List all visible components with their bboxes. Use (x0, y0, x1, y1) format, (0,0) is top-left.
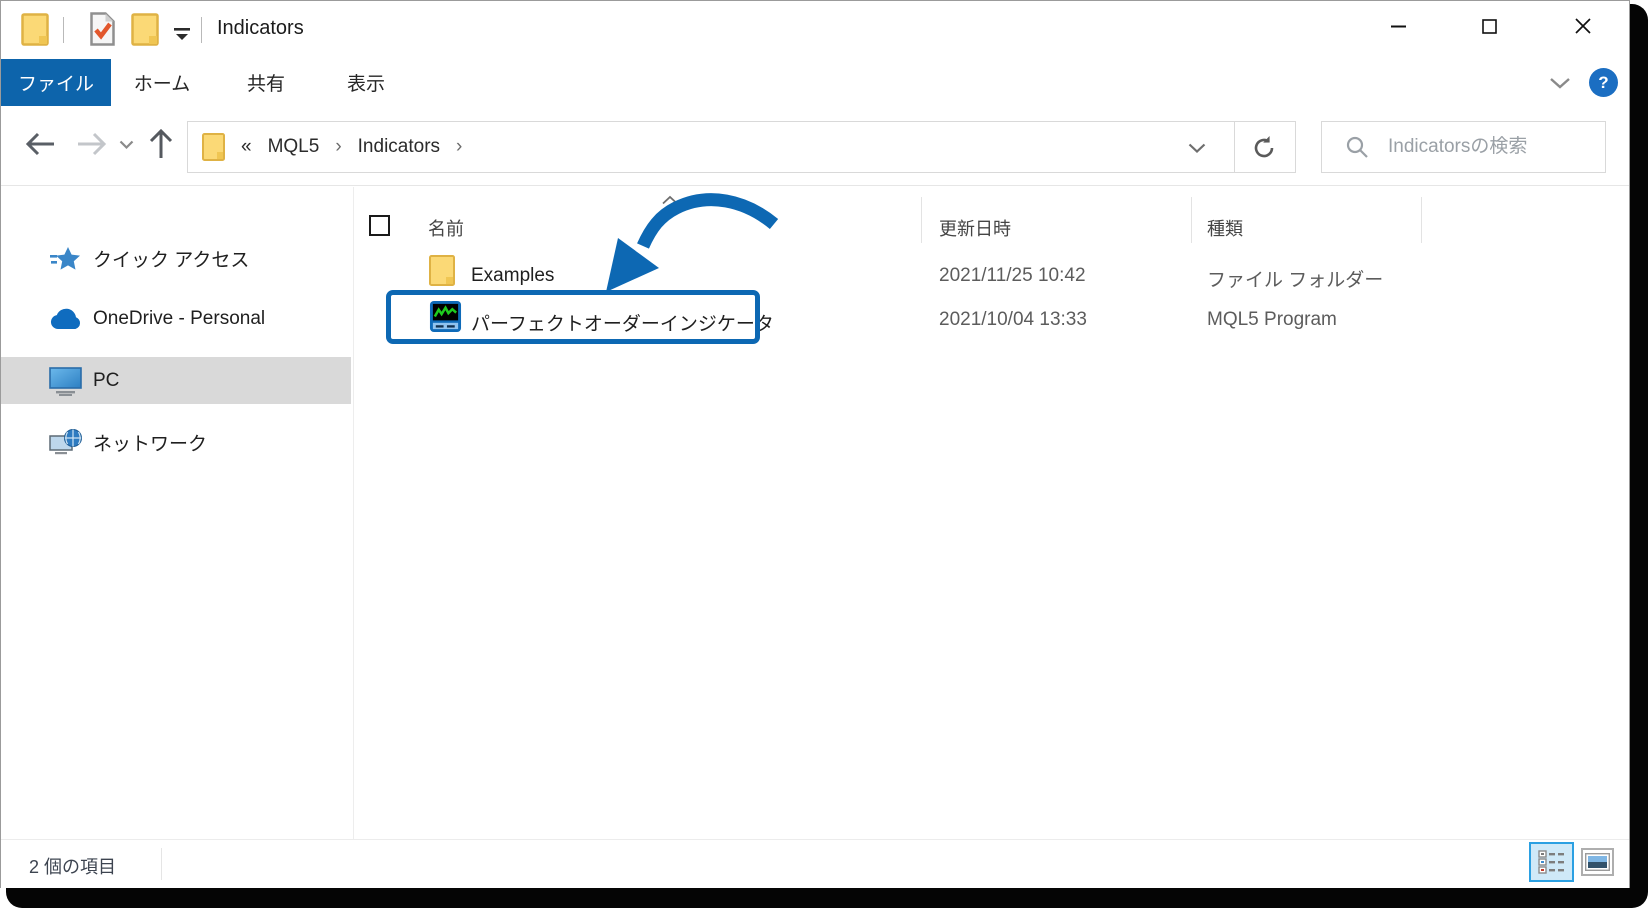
refresh-icon[interactable] (1251, 135, 1277, 161)
forward-button-icon[interactable] (77, 132, 107, 156)
sidebar-item-label: ネットワーク (93, 429, 207, 456)
window-title: Indicators (217, 17, 304, 40)
file-name[interactable]: Examples (471, 265, 554, 287)
sidebar-item-quick-access[interactable]: クイック アクセス (1, 235, 351, 282)
status-bar: 2 個の項目 (1, 839, 1629, 888)
sidebar-item-pc[interactable]: PC (1, 357, 351, 404)
sidebar-item-label: PC (93, 370, 119, 392)
sidebar-divider (353, 187, 354, 839)
file-type: MQL5 Program (1207, 309, 1337, 331)
titlebar-divider (201, 17, 202, 43)
statusbar-divider (161, 848, 162, 880)
explorer-window: Indicators ファイル ホーム 共有 表示 ? (0, 0, 1630, 888)
properties-qat-icon[interactable] (89, 11, 116, 47)
sidebar-item-label: クイック アクセス (93, 245, 249, 272)
tab-home-label: ホーム (134, 69, 190, 96)
items-count-label: 2 個の項目 (29, 853, 116, 879)
file-modified: 2021/10/04 13:33 (939, 309, 1087, 331)
column-header-name[interactable]: 名前 (428, 215, 464, 241)
quick-access-star-icon (49, 244, 83, 274)
address-bar[interactable]: « MQL5 › Indicators › (187, 121, 1296, 173)
help-icon[interactable]: ? (1589, 68, 1618, 97)
folder-icon (429, 255, 455, 286)
navbar-separator (1, 185, 1629, 186)
column-header-modified[interactable]: 更新日時 (939, 215, 1011, 241)
close-button[interactable] (1553, 1, 1613, 51)
onedrive-cloud-icon (49, 304, 83, 334)
ribbon-collapse-chevron-icon[interactable] (1549, 77, 1571, 90)
network-globe-icon (49, 428, 83, 458)
sidebar-item-network[interactable]: ネットワーク (1, 419, 351, 466)
back-button-icon[interactable] (25, 132, 55, 156)
breadcrumb-item-mql5[interactable]: MQL5 (268, 136, 320, 158)
help-glyph: ? (1598, 73, 1608, 93)
explorer-screenshot: Indicators ファイル ホーム 共有 表示 ? (0, 0, 1648, 908)
column-divider[interactable] (921, 197, 922, 243)
recent-locations-chevron-icon[interactable] (119, 140, 134, 150)
column-header-type[interactable]: 種類 (1207, 215, 1243, 241)
column-divider[interactable] (1421, 197, 1422, 243)
thumbnail-view-button[interactable] (1581, 848, 1614, 876)
tab-view[interactable]: 表示 (318, 59, 414, 106)
address-refresh-divider (1234, 122, 1235, 172)
title-bar: Indicators (1, 1, 1629, 59)
file-modified: 2021/11/25 10:42 (939, 265, 1086, 287)
tab-share[interactable]: 共有 (218, 59, 314, 106)
breadcrumb-separator[interactable]: › (335, 136, 341, 158)
column-divider[interactable] (1191, 197, 1192, 243)
sort-ascending-chevron-icon[interactable] (661, 195, 679, 205)
qat-customize-dropdown-icon[interactable] (173, 28, 191, 41)
sidebar-item-label: OneDrive - Personal (93, 308, 265, 330)
select-all-checkbox[interactable] (369, 215, 390, 236)
breadcrumb-separator[interactable]: › (456, 136, 462, 158)
titlebar-divider (63, 17, 64, 43)
minimize-button[interactable] (1368, 1, 1428, 51)
details-view-button[interactable] (1529, 842, 1574, 882)
pc-monitor-icon (49, 366, 83, 396)
search-box[interactable] (1321, 121, 1606, 173)
search-input[interactable] (1386, 135, 1580, 159)
breadcrumb-root-guillemet[interactable]: « (241, 136, 252, 158)
up-button-icon[interactable] (149, 129, 173, 159)
tab-view-label: 表示 (347, 69, 385, 96)
sidebar-item-onedrive[interactable]: OneDrive - Personal (1, 295, 351, 342)
tab-file[interactable]: ファイル (1, 59, 111, 106)
maximize-button[interactable] (1459, 1, 1519, 51)
annotation-highlight-box (386, 290, 760, 344)
tab-home[interactable]: ホーム (113, 59, 211, 106)
file-type: ファイル フォルダー (1207, 265, 1383, 292)
search-icon (1346, 136, 1368, 158)
tab-share-label: 共有 (247, 69, 285, 96)
breadcrumb-item-indicators[interactable]: Indicators (358, 136, 440, 158)
tab-file-label: ファイル (18, 69, 94, 96)
address-folder-icon (202, 133, 225, 161)
new-folder-qat-icon[interactable] (131, 13, 159, 46)
window-folder-icon (21, 13, 49, 46)
address-dropdown-chevron-icon[interactable] (1188, 143, 1206, 154)
